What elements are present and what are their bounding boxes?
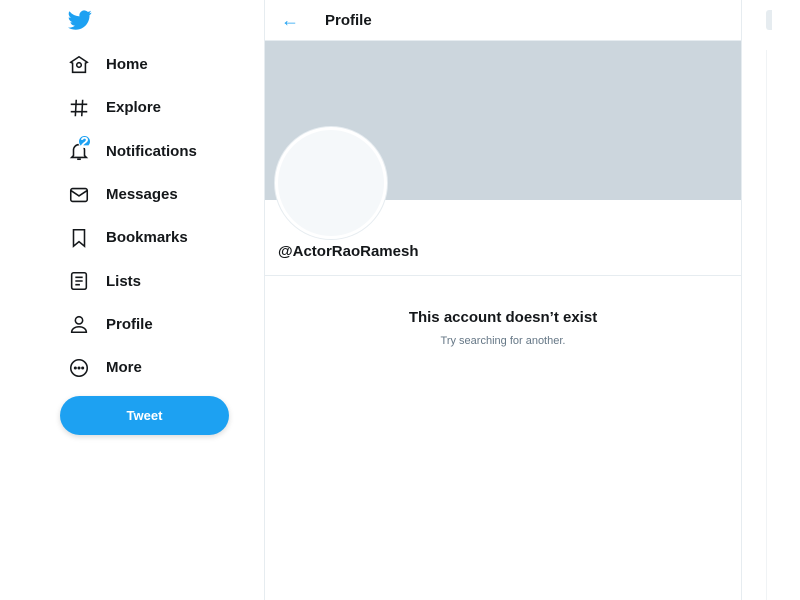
search-box-edge[interactable] [766, 10, 772, 30]
empty-state: This account doesn’t exist Try searching… [265, 309, 741, 347]
empty-state-subtitle: Try searching for another. [440, 335, 566, 347]
profile-handle: @ActorRaoRamesh [278, 243, 419, 260]
sidebar-item-bookmarks[interactable]: Bookmarks [60, 216, 197, 259]
envelope-icon [69, 187, 89, 202]
sidebar-item-label: Profile [106, 315, 153, 333]
profile-header: ← Profile [265, 0, 741, 41]
hashtag-icon [70, 99, 88, 117]
page-title: Profile [325, 11, 372, 29]
avatar [275, 127, 387, 239]
back-arrow-icon[interactable]: ← [281, 10, 325, 31]
sidebar-nav: Home Explore 2 Notifications Messages Boo… [60, 43, 197, 389]
divider [265, 275, 741, 276]
person-icon [70, 316, 88, 334]
sidebar-item-lists[interactable]: Lists [60, 259, 197, 302]
sidebar-item-label: Messages [106, 186, 178, 204]
home-icon [69, 55, 89, 73]
bookmark-icon [72, 228, 86, 248]
empty-state-title: This account doesn’t exist [408, 309, 598, 326]
sidebar-item-messages[interactable]: Messages [60, 173, 197, 216]
sidebar-item-label: Bookmarks [106, 229, 188, 247]
sidebar-item-label: Lists [106, 272, 142, 290]
sidebar-item-explore[interactable]: Explore [60, 86, 197, 129]
twitter-logo-icon[interactable] [68, 8, 92, 32]
sidebar-item-label: More [106, 359, 142, 377]
sidebar-item-label: Notifications [106, 142, 197, 160]
list-icon [70, 272, 88, 291]
tweet-button[interactable]: Tweet [60, 396, 229, 435]
sidebar-item-more[interactable]: More [60, 346, 197, 389]
sidebar-item-label: Home [106, 56, 148, 74]
sidebar-item-label: Explore [106, 99, 162, 117]
sidebar-item-profile[interactable]: Profile [60, 303, 197, 346]
profile-main: ← Profile @ActorRaoRamesh This account d… [264, 0, 742, 600]
sidebar-item-home[interactable]: Home [60, 43, 197, 86]
right-panel-edge [766, 50, 767, 600]
sidebar-item-notifications[interactable]: 2 Notifications [60, 130, 197, 173]
more-icon [69, 358, 89, 377]
